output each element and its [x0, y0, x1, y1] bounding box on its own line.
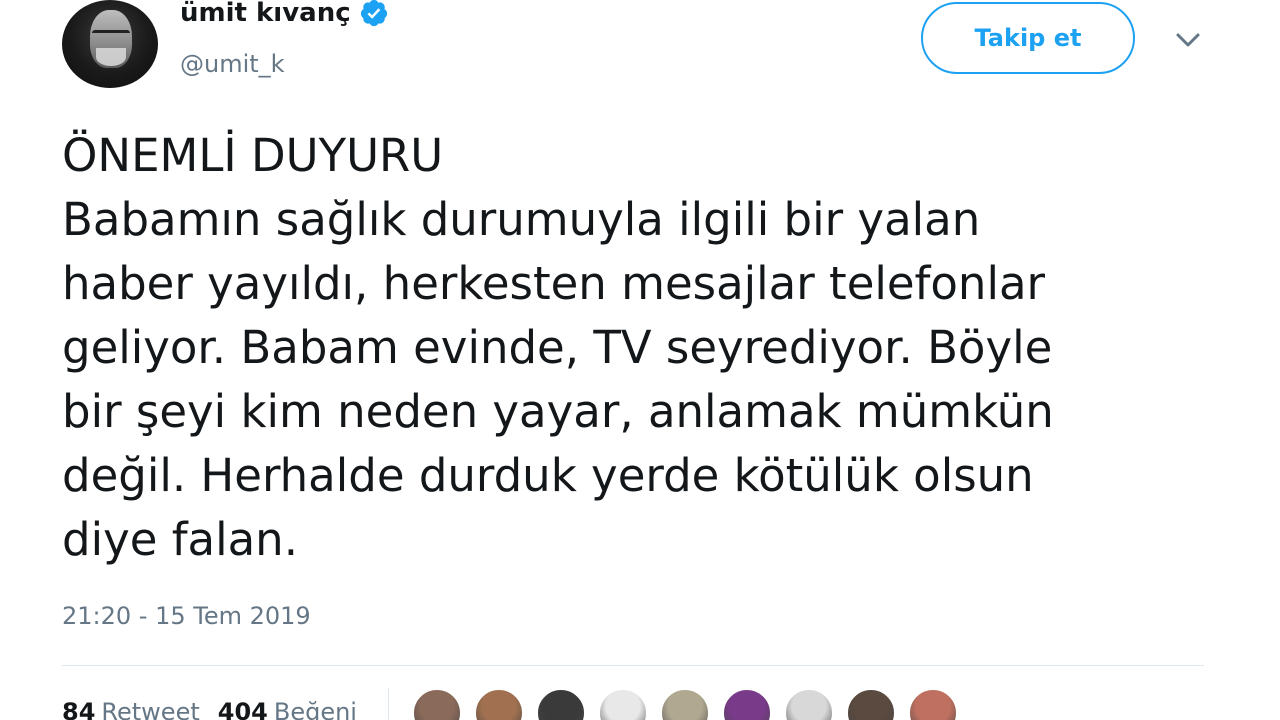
liker-avatar[interactable]	[722, 688, 772, 720]
tweet-timestamp[interactable]: 21:20 - 15 Tem 2019	[62, 602, 311, 630]
avatar[interactable]	[62, 0, 158, 88]
liker-avatars	[412, 688, 970, 720]
user-handle[interactable]: @umit_k	[180, 50, 285, 78]
display-name-row[interactable]: ümit kıvanç	[180, 0, 389, 28]
verified-badge-icon	[360, 0, 387, 27]
retweet-label: Retweet	[101, 698, 200, 720]
liker-avatar[interactable]	[846, 688, 896, 720]
liker-avatar[interactable]	[474, 688, 524, 720]
liker-avatar[interactable]	[412, 688, 462, 720]
liker-avatar[interactable]	[660, 688, 710, 720]
liker-avatar[interactable]	[784, 688, 834, 720]
like-count: 404	[217, 698, 268, 720]
divider	[62, 665, 1204, 666]
stats-separator	[388, 688, 389, 720]
retweet-count: 84	[62, 698, 96, 720]
follow-button[interactable]: Takip et	[921, 2, 1135, 74]
tweet-stats: 84 Retweet 404 Beğeni	[62, 698, 375, 720]
display-name[interactable]: ümit kıvanç	[180, 0, 351, 28]
liker-avatar[interactable]	[908, 688, 958, 720]
chevron-down-icon[interactable]	[1172, 28, 1204, 52]
like-label: Beğeni	[273, 698, 357, 720]
tweet-text: ÖNEMLİ DUYURU Babamın sağlık durumuyla i…	[62, 129, 1054, 566]
like-stat[interactable]: 404 Beğeni	[218, 698, 357, 720]
avatar-beard	[96, 48, 126, 66]
liker-avatar[interactable]	[536, 688, 586, 720]
tweet-card: ümit kıvanç @umit_k Takip et ÖNEMLİ DUYU…	[0, 0, 1280, 720]
avatar-glasses	[92, 30, 130, 41]
liker-avatar[interactable]	[598, 688, 648, 720]
retweet-stat[interactable]: 84 Retweet	[62, 698, 200, 720]
